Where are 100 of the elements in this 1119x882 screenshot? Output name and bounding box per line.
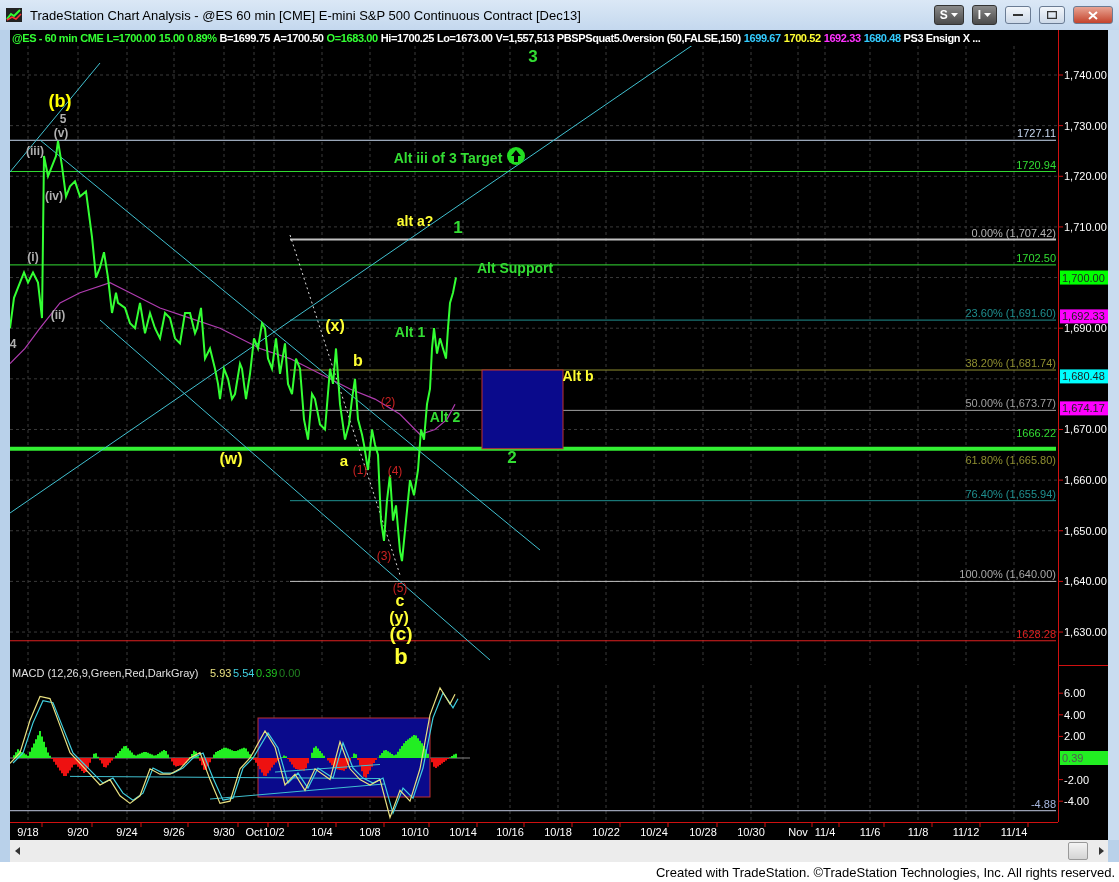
date-axis-label: Oct: [245, 826, 263, 838]
wave-label: (1): [352, 463, 368, 477]
wave-label: 1: [453, 217, 463, 237]
window-title: TradeStation Chart Analysis - @ES 60 min [CME] E-mini S&P 500 Continuous Contract [Dec13]: [30, 7, 582, 23]
price-tag: 1,692.33: [1060, 309, 1108, 324]
date-axis-label: 10/10: [401, 826, 429, 838]
price-tag: 1,674.17: [1060, 401, 1108, 416]
status-text: Hi=1700.25: [380, 32, 434, 44]
indicator-value: 5.93: [210, 667, 232, 679]
status-text: V=1,557,513: [495, 32, 554, 44]
wave-label: (iv): [45, 189, 63, 203]
level-label: 1720.94: [1016, 158, 1056, 171]
wave-label: 4: [10, 337, 17, 351]
maximize-button[interactable]: [1039, 6, 1065, 24]
date-axis-label: 9/26: [163, 826, 185, 838]
horizontal-scrollbar[interactable]: [10, 840, 1108, 862]
wave-label: Alt b: [562, 368, 594, 384]
maximize-icon: [1047, 11, 1057, 19]
date-axis-label: 11/6: [859, 826, 881, 838]
wave-label: Alt 1: [394, 324, 426, 340]
level-label: 100.00% (1,640.00): [959, 568, 1056, 581]
status-text: PS3 Ensign X ...: [903, 32, 981, 44]
wave-label: (ii): [50, 308, 66, 322]
wave-label: 5: [59, 112, 67, 126]
level-label: -4.88: [1030, 797, 1056, 810]
wave-label: b: [394, 643, 408, 665]
price-tag: 1,680.48: [1060, 369, 1108, 384]
date-axis-label: 10/4: [311, 826, 333, 838]
price-axis-label: 1,740.00: [1064, 69, 1107, 81]
wave-label: (iii): [26, 144, 44, 158]
indicator-axis-label: 2.00: [1064, 730, 1086, 743]
wave-label: Alt 2: [429, 409, 461, 425]
level-label: 0.00% (1,707.42): [971, 226, 1056, 239]
date-axis-label: 10/2: [263, 826, 285, 838]
minimize-button[interactable]: [1005, 6, 1031, 24]
wave-label: b: [353, 351, 363, 369]
date-axis-label: 11/4: [814, 826, 836, 838]
date-axis-label: 10/14: [449, 826, 477, 838]
close-button[interactable]: [1073, 6, 1113, 24]
dropdown-button[interactable]: I: [971, 5, 997, 25]
right-arrow-icon: [1098, 847, 1104, 855]
minimize-icon: [1013, 13, 1023, 17]
status-text: 1700.52: [783, 32, 821, 44]
indicator-axis-label: -4.00: [1064, 795, 1090, 808]
wave-label: 2: [507, 447, 517, 467]
date-axis-label: 9/20: [67, 826, 89, 838]
status-text: 15.00: [158, 32, 185, 44]
level-label: 76.40% (1,655.94): [965, 487, 1056, 500]
price-axis-label: 1,720.00: [1064, 170, 1107, 183]
date-axis-label: 10/18: [544, 826, 572, 838]
status-text: CME: [80, 32, 104, 44]
status-text: B=1699.75: [219, 32, 271, 44]
indicator-value: 0.00: [279, 667, 301, 679]
date-axis-label: 10/16: [496, 826, 524, 838]
level-label: 38.20% (1,681.74): [965, 357, 1056, 370]
price-tag: 1,700.00: [1060, 270, 1108, 285]
wave-label: (3): [376, 549, 392, 563]
indicator-axis-label: 6.00: [1064, 687, 1086, 700]
wave-label: Alt iii of 3 Target: [393, 150, 503, 166]
level-label: 1666.22: [1016, 426, 1056, 439]
wave-label: 3: [528, 46, 538, 66]
status-text: PBSPSquat5.0version (50,FALSE,150): [556, 32, 741, 44]
price-axis-label: 1,730.00: [1064, 119, 1107, 132]
date-axis-label: 11/12: [952, 826, 980, 838]
dropdown-button[interactable]: S: [933, 5, 964, 25]
indicator-title: MACD (12,26,9,Green,Red,DarkGray): [12, 667, 199, 679]
level-label: 23.60% (1,691.60): [965, 307, 1056, 320]
price-axis-label: 1,670.00: [1064, 423, 1107, 436]
price-axis-label: 1,650.00: [1064, 524, 1107, 537]
date-axis-label: 11/14: [1000, 826, 1028, 838]
wave-label: Alt Support: [476, 260, 554, 276]
close-icon: [1088, 10, 1098, 20]
status-text: 1699.67: [743, 32, 781, 44]
wave-label: a: [339, 451, 349, 469]
level-label: 1628.28: [1016, 627, 1056, 640]
level-label: 50.00% (1,673.77): [965, 397, 1056, 410]
scrollbar-thumb[interactable]: [1068, 842, 1088, 860]
price-axis-label: 1,630.00: [1064, 626, 1107, 639]
wave-label: (i): [27, 250, 39, 264]
wave-label: (v): [53, 126, 69, 140]
level-label: 1727.11: [1017, 127, 1056, 140]
wave-label: (2): [380, 395, 396, 409]
indicator-value: 5.54: [233, 667, 255, 679]
date-axis-label: 9/30: [213, 826, 235, 838]
price-axis-label: 1,690.00: [1064, 322, 1107, 335]
date-axis-label: 9/24: [116, 826, 138, 838]
price-axis-label: 1,660.00: [1064, 474, 1107, 487]
left-arrow-icon: [14, 847, 20, 855]
status-text: Lo=1673.00: [436, 32, 493, 44]
status-text: L=1700.00: [106, 32, 156, 44]
wave-label: (w): [219, 449, 243, 467]
date-axis-label: 10/24: [640, 826, 668, 838]
status-text: O=1683.00: [326, 32, 378, 44]
status-text: @ES - 60 min: [12, 32, 78, 44]
status-text: 1692.33: [823, 32, 861, 44]
caret-icon: [984, 13, 991, 17]
price-axis-label: 1,710.00: [1064, 220, 1107, 233]
date-axis-label: Nov: [788, 826, 808, 838]
status-text: 0.89%: [187, 32, 217, 44]
wave-label: (b): [48, 91, 72, 111]
